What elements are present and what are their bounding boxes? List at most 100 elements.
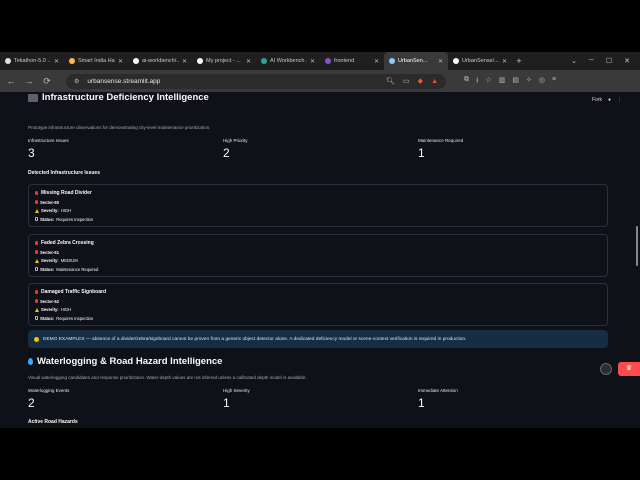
forward-icon[interactable]: → bbox=[24, 76, 34, 86]
close-icon[interactable]: ✕ bbox=[374, 58, 379, 65]
leo-icon[interactable]: ✧ bbox=[526, 76, 532, 87]
info-icon bbox=[34, 336, 39, 342]
issue-severity: HIGH bbox=[60, 307, 72, 312]
pin-icon bbox=[35, 299, 38, 303]
maximize-icon[interactable]: ☐ bbox=[606, 57, 612, 65]
issue-severity: HIGH bbox=[60, 208, 72, 213]
chat-avatar-icon[interactable] bbox=[600, 363, 612, 375]
tab-5[interactable]: frontend ✕ bbox=[320, 52, 384, 70]
infra-subtitle: Prototype infrastructure observations fo… bbox=[28, 125, 211, 130]
close-icon[interactable]: ✕ bbox=[118, 58, 123, 65]
favicon-icon bbox=[389, 58, 395, 64]
tab-label: My project - ... bbox=[206, 58, 241, 64]
warning-icon bbox=[35, 307, 39, 312]
issue-title: Missing Road Divider bbox=[41, 190, 92, 196]
close-icon[interactable]: ✕ bbox=[54, 58, 59, 65]
favicon-icon bbox=[197, 58, 203, 64]
tab-1[interactable]: Smart India Ha...✕ bbox=[64, 52, 128, 70]
metric-label: High Priority bbox=[223, 138, 248, 143]
issue-status: Requires Inspection bbox=[56, 216, 94, 222]
tab-4[interactable]: AI Workbench ... ✕ bbox=[256, 52, 320, 70]
issue-severity: MEDIUM bbox=[60, 258, 78, 263]
clipboard-icon bbox=[35, 267, 38, 271]
github-icon[interactable]: ● bbox=[608, 97, 611, 103]
download-icon[interactable]: ⭳ bbox=[476, 76, 478, 87]
metric-immediate: Immediate Attention 1 bbox=[418, 388, 578, 410]
metric-label: Infrastructure Issues bbox=[28, 138, 69, 143]
more-icon[interactable]: ⋮ bbox=[617, 97, 622, 103]
metric-label: High Severity bbox=[223, 388, 250, 393]
fork-button[interactable]: Fork bbox=[592, 97, 602, 103]
tab-0[interactable]: Tekathon-5.0 .. ✕ bbox=[0, 52, 64, 70]
issue-title: Damaged Traffic Signboard bbox=[41, 289, 107, 295]
install-icon[interactable]: ▭ bbox=[403, 77, 410, 85]
warning-icon bbox=[35, 258, 39, 263]
water-title: Waterlogging & Road Hazard Intelligence bbox=[28, 356, 222, 367]
metric-value: 2 bbox=[223, 146, 230, 160]
issue-card: Faded Zebra Crossing Sector-61 Severity:… bbox=[28, 234, 608, 277]
detected-issues-heading: Detected Infrastructure Issues bbox=[28, 170, 100, 176]
omnibox-actions: 🔍︎ ▭ ◆ ▲ bbox=[386, 77, 438, 86]
metric-value: 3 bbox=[28, 146, 35, 160]
sidebar-icon[interactable]: ▥ bbox=[499, 76, 506, 87]
tab-label: UrbanSen... bbox=[398, 58, 428, 64]
browser-window: Tekathon-5.0 ..✕ Smart India Ha...✕ ai-w… bbox=[0, 52, 640, 428]
tab-search-icon[interactable]: ⌄ bbox=[571, 57, 577, 65]
minimize-icon[interactable]: ─ bbox=[589, 57, 594, 65]
tab-label: AI Workbench ... bbox=[270, 58, 307, 64]
brave-shield-icon[interactable]: ◆ bbox=[418, 77, 423, 85]
tab-2[interactable]: ai-workbench/... ✕ bbox=[128, 52, 192, 70]
extensions-icon[interactable]: ⧉ bbox=[464, 76, 469, 87]
warning-icon bbox=[35, 208, 39, 213]
rewards-icon[interactable]: ▲ bbox=[431, 78, 438, 85]
bookmark-icon[interactable]: ☆ bbox=[485, 76, 491, 87]
status-label: Status: bbox=[40, 266, 55, 272]
close-icon[interactable]: ✕ bbox=[502, 58, 507, 65]
close-icon[interactable]: ✕ bbox=[310, 58, 315, 65]
issue-card: Damaged Traffic Signboard Sector-62 Seve… bbox=[28, 283, 608, 326]
close-icon[interactable]: ✕ bbox=[182, 58, 187, 65]
close-icon[interactable]: ✕ bbox=[246, 58, 251, 65]
reload-icon[interactable]: ⟳ bbox=[42, 76, 52, 87]
info-text: DEMO EXAMPLES — absence of a divider/zeb… bbox=[43, 336, 467, 342]
back-icon[interactable]: ← bbox=[6, 76, 16, 86]
extensions: ⧉ ⭳ ☆ ▥ ▤ ✧ ◎ ≡ bbox=[464, 76, 556, 87]
url-input[interactable]: ⚙ urbansense.streamlit.app 🔍︎ ▭ ◆ ▲ bbox=[66, 73, 446, 89]
wallet-icon[interactable]: ▤ bbox=[512, 76, 519, 87]
issue-sector: Sector-62 bbox=[40, 298, 60, 304]
metric-high-severity: High Severity 1 bbox=[223, 388, 383, 410]
scrollbar[interactable] bbox=[636, 226, 638, 266]
menu-icon[interactable]: ≡ bbox=[552, 76, 556, 87]
issue-status: Requires Inspection bbox=[56, 315, 94, 321]
url-text: urbansense.streamlit.app bbox=[87, 77, 161, 85]
tab-3[interactable]: My project - ... ✕ bbox=[192, 52, 256, 70]
severity-label: Severity: bbox=[41, 307, 59, 312]
streamlit-crown-button[interactable]: ♛ bbox=[618, 362, 640, 376]
pin-icon bbox=[35, 250, 38, 254]
streamlit-app: Fork ● ⋮ Infrastructure Deficiency Intel… bbox=[0, 92, 640, 428]
status-label: Status: bbox=[40, 315, 55, 321]
issue-sector: Sector-60 bbox=[40, 199, 60, 205]
zoom-icon[interactable]: 🔍︎ bbox=[386, 77, 395, 85]
close-icon[interactable]: ✕ bbox=[438, 58, 443, 65]
water-title-text: Waterlogging & Road Hazard Intelligence bbox=[37, 356, 223, 367]
info-alert: DEMO EXAMPLES — absence of a divider/zeb… bbox=[28, 330, 608, 348]
metric-maintenance: Maintenance Required 1 bbox=[418, 138, 578, 160]
tab-bar: Tekathon-5.0 ..✕ Smart India Ha...✕ ai-w… bbox=[0, 52, 640, 70]
tab-7[interactable]: UrbanSense/... ✕ bbox=[448, 52, 512, 70]
building-icon bbox=[28, 93, 38, 102]
tab-label: frontend bbox=[334, 58, 355, 64]
favicon-icon bbox=[261, 58, 267, 64]
vpn-icon[interactable]: ◎ bbox=[539, 76, 545, 87]
metric-value: 1 bbox=[223, 396, 230, 410]
tab-label: Smart India Ha... bbox=[78, 58, 115, 64]
window-close-icon[interactable]: ✕ bbox=[624, 57, 630, 65]
clipboard-icon bbox=[35, 316, 38, 320]
site-info-icon[interactable]: ⚙ bbox=[74, 78, 79, 85]
address-bar-row: ← → ⟳ ⚙ urbansense.streamlit.app 🔍︎ ▭ ◆ … bbox=[0, 70, 640, 92]
new-tab-button[interactable]: + bbox=[512, 56, 526, 66]
tab-6[interactable]: UrbanSen... ✕ bbox=[384, 52, 448, 70]
metric-infra-issues: Infrastructure Issues 3 bbox=[28, 138, 188, 160]
metric-value: 2 bbox=[28, 396, 35, 410]
app-toolbar: Fork ● ⋮ bbox=[592, 97, 622, 103]
